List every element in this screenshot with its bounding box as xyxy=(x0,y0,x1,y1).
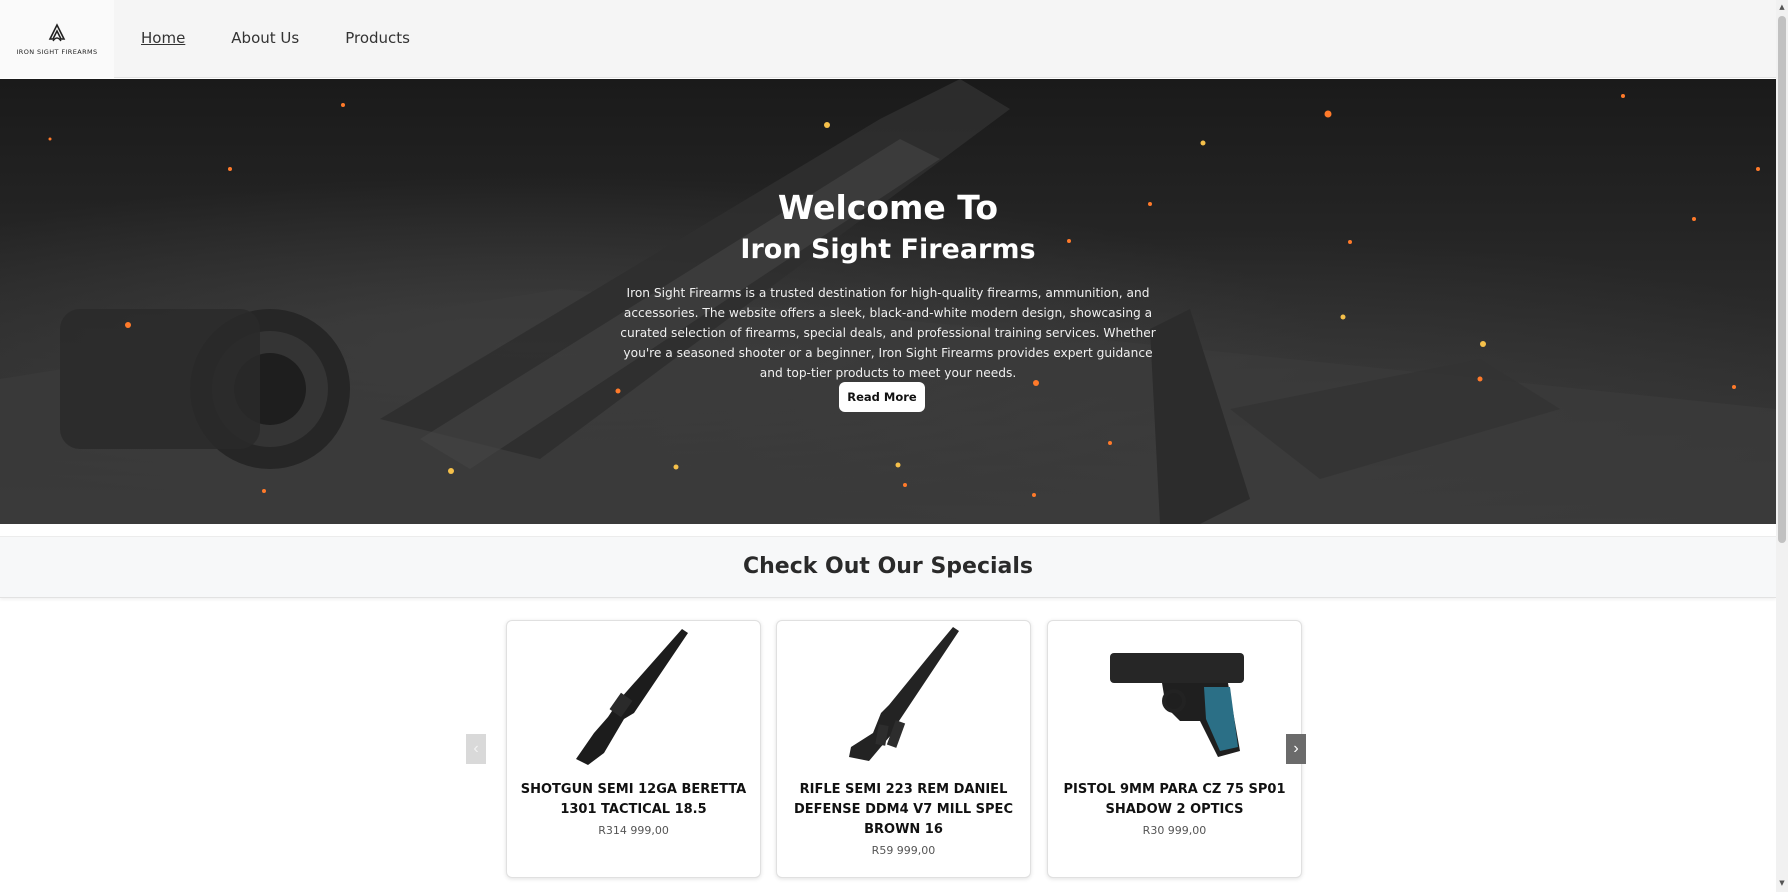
product-card[interactable]: PISTOL 9MM PARA CZ 75 SP01 SHADOW 2 OPTI… xyxy=(1047,620,1302,878)
scroll-up-arrow-icon[interactable]: ▲ xyxy=(1778,2,1786,12)
scroll-down-arrow-icon[interactable]: ▼ xyxy=(1778,878,1786,888)
site-logo[interactable]: IRON SIGHT FIREARMS xyxy=(0,0,114,78)
product-name: SHOTGUN SEMI 12GA BERETTA 1301 TACTICAL … xyxy=(520,782,747,817)
shotgun-icon xyxy=(507,625,760,771)
scrollbar-thumb[interactable] xyxy=(1778,16,1786,543)
logo-mark-icon xyxy=(48,22,66,41)
nav-home-link[interactable]: Home xyxy=(141,29,185,47)
product-name: PISTOL 9MM PARA CZ 75 SP01 SHADOW 2 OPTI… xyxy=(1063,782,1286,817)
specials-title: Check Out Our Specials xyxy=(742,554,1034,579)
hero-banner: Welcome To Iron Sight Firearms Iron Sigh… xyxy=(0,79,1776,524)
main-nav: Home About Us Products xyxy=(141,29,456,47)
pistol-icon xyxy=(1048,625,1301,771)
carousel-next-button[interactable]: › xyxy=(1286,734,1306,764)
read-more-button[interactable]: Read More xyxy=(839,382,925,412)
nav-products-link[interactable]: Products xyxy=(345,29,410,47)
specials-header: Check Out Our Specials xyxy=(0,536,1776,598)
hero-description: Iron Sight Firearms is a trusted destina… xyxy=(620,286,1156,380)
site-header: IRON SIGHT FIREARMS Home About Us Produc… xyxy=(0,0,1776,78)
hero-content: Welcome To Iron Sight Firearms Iron Sigh… xyxy=(0,79,1776,524)
product-price: R30 999,00 xyxy=(1142,824,1207,837)
rifle-icon xyxy=(777,625,1030,771)
page-scrollbar[interactable]: ▲ ▼ xyxy=(1776,0,1788,892)
product-name: RIFLE SEMI 223 REM DANIEL DEFENSE DDM4 V… xyxy=(794,782,1013,837)
hero-subtitle: Iron Sight Firearms xyxy=(740,234,1036,265)
product-price: R314 999,00 xyxy=(598,824,669,837)
hero-title: Welcome To xyxy=(777,188,999,227)
nav-about-link[interactable]: About Us xyxy=(231,29,299,47)
product-card[interactable]: RIFLE SEMI 223 REM DANIEL DEFENSE DDM4 V… xyxy=(776,620,1031,878)
logo-text: IRON SIGHT FIREARMS xyxy=(16,47,98,56)
carousel-prev-button[interactable]: ‹ xyxy=(466,734,486,764)
product-card[interactable]: SHOTGUN SEMI 12GA BERETTA 1301 TACTICAL … xyxy=(506,620,761,878)
product-price: R59 999,00 xyxy=(871,844,936,857)
